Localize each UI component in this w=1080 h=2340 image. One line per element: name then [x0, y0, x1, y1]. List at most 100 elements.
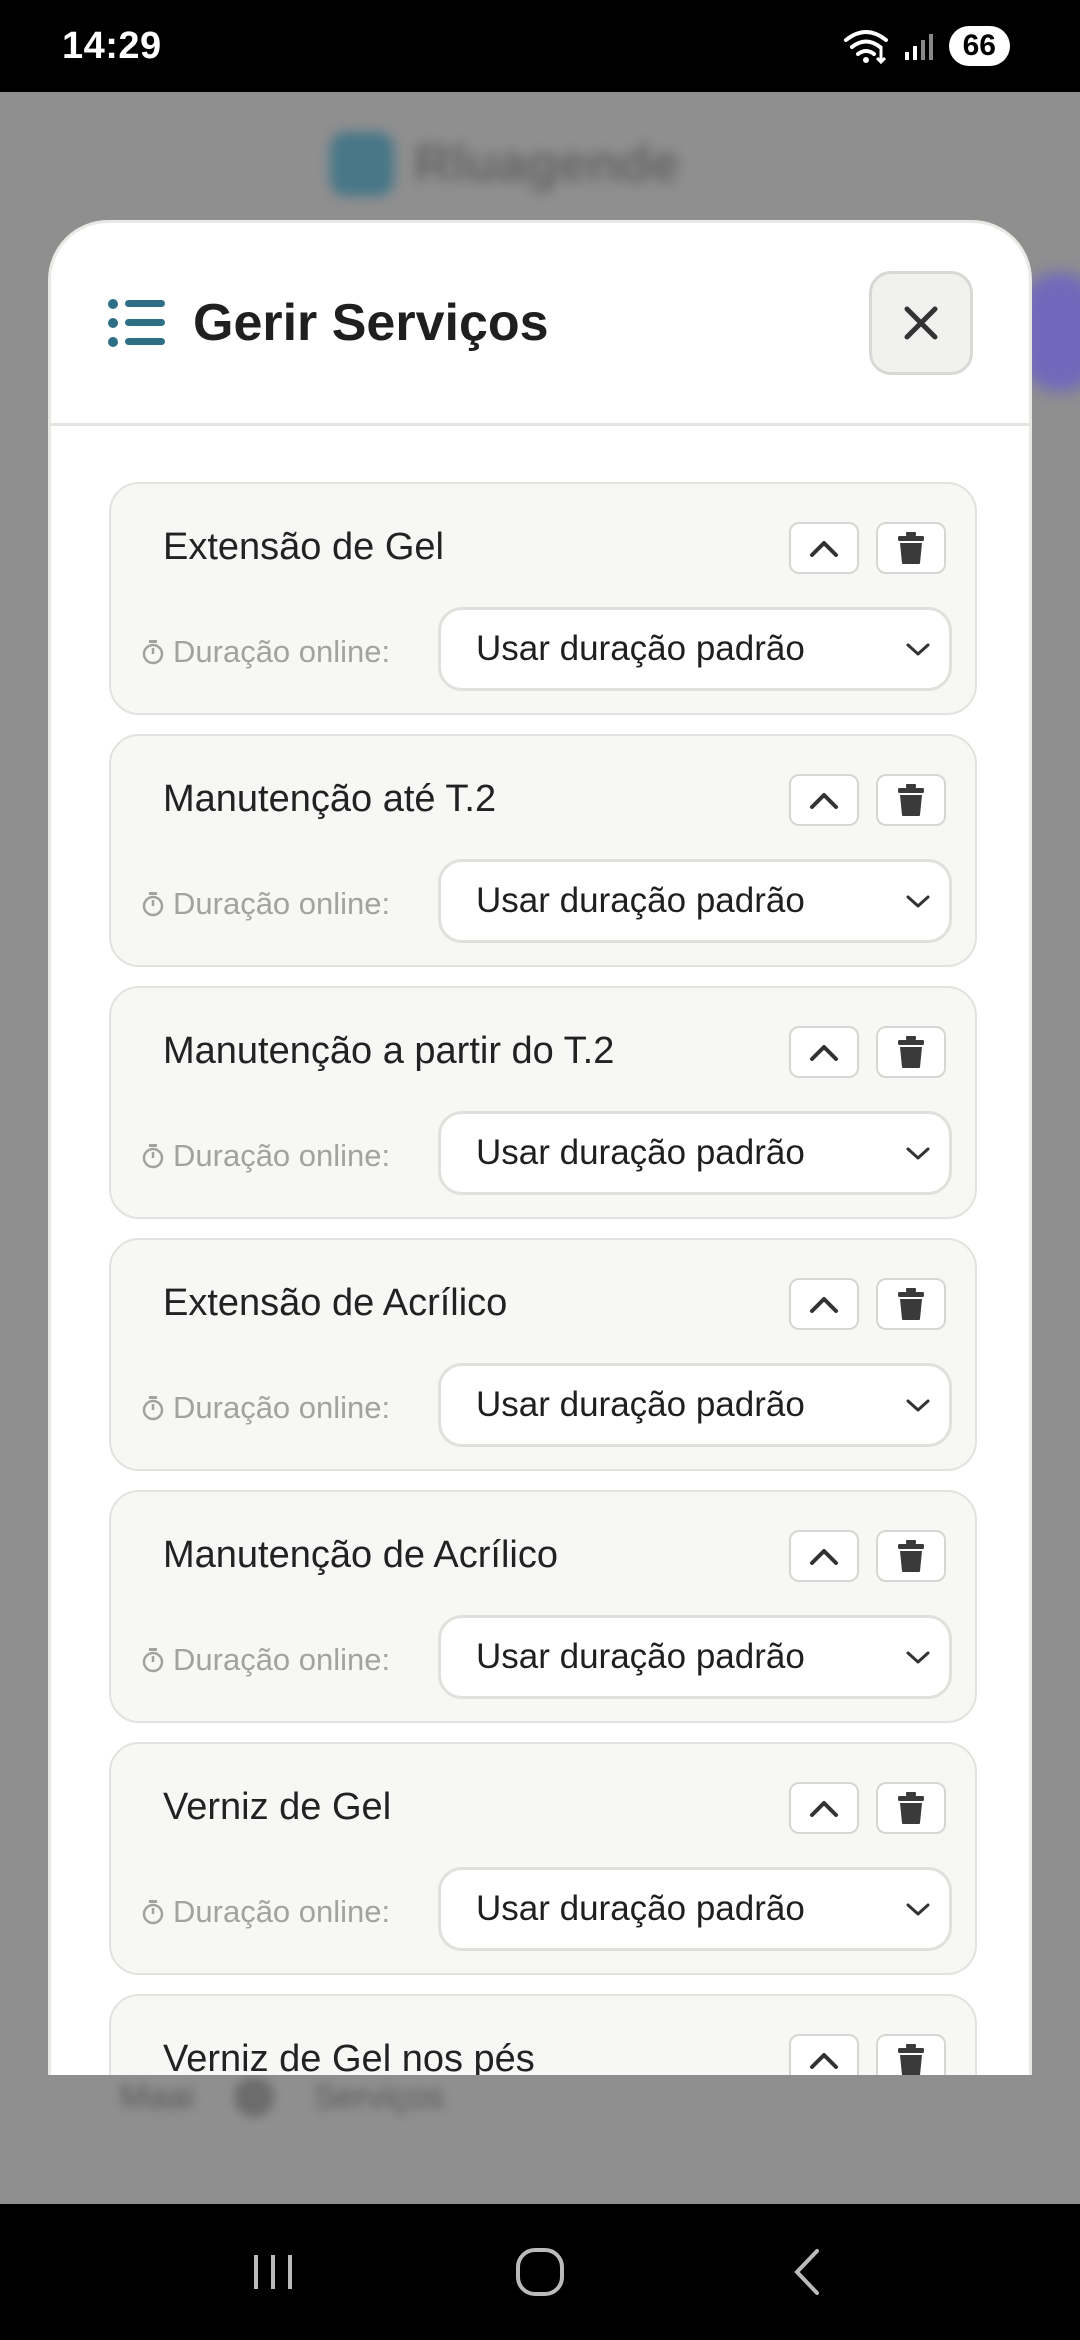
chevron-up-icon	[810, 541, 838, 557]
move-up-button[interactable]	[789, 1530, 859, 1582]
service-card: Extensão de Gel Duração online: Usar dur…	[109, 482, 977, 715]
background-footer-left: Maai	[120, 2077, 194, 2116]
duration-select[interactable]: Usar duração padrão	[438, 1867, 952, 1951]
service-name: Manutenção até T.2	[163, 778, 497, 820]
duration-select-value: Usar duração padrão	[476, 881, 805, 920]
signal-icon	[904, 34, 933, 60]
chevron-up-icon	[810, 1801, 838, 1817]
background-footer-icon	[233, 2077, 274, 2117]
service-name: Manutenção de Acrílico	[163, 1534, 559, 1576]
duration-select[interactable]: Usar duração padrão	[438, 859, 952, 943]
chevron-up-icon	[810, 1549, 838, 1565]
battery-indicator: 66	[948, 26, 1010, 66]
duration-label: Duração online:	[173, 1390, 391, 1425]
service-name: Extensão de Acrílico	[163, 1282, 508, 1324]
background-footer: Maai Serviços	[120, 2077, 444, 2117]
chevron-up-icon	[810, 1297, 838, 1313]
duration-label: Duração online:	[173, 1138, 391, 1173]
stopwatch-icon	[142, 640, 164, 665]
duration-select-value: Usar duração padrão	[476, 1133, 805, 1172]
service-name: Manutenção a partir do T.2	[163, 1030, 615, 1072]
status-bar: 14:29 66	[0, 0, 1080, 92]
delete-button[interactable]	[876, 774, 946, 826]
duration-label-group: Duração online:	[141, 1894, 390, 1930]
service-card: Extensão de Acrílico Duração online: Usa…	[109, 1238, 977, 1471]
chevron-down-icon	[906, 1147, 930, 1160]
stopwatch-icon	[142, 892, 164, 917]
trash-icon	[898, 1036, 924, 1068]
trash-icon	[898, 532, 924, 564]
close-icon	[904, 306, 938, 340]
duration-label-group: Duração online:	[141, 1138, 390, 1174]
chevron-up-icon	[810, 2053, 838, 2069]
service-card: Manutenção a partir do T.2 Duração onlin…	[109, 986, 977, 1219]
trash-icon	[898, 2044, 924, 2075]
status-time: 14:29	[62, 24, 162, 67]
duration-select[interactable]: Usar duração padrão	[438, 1111, 952, 1195]
app-logo-icon	[330, 132, 394, 196]
navigation-bar	[0, 2204, 1080, 2340]
duration-label: Duração online:	[173, 634, 391, 669]
back-icon	[793, 2249, 819, 2295]
modal-header-left: Gerir Serviços	[107, 293, 549, 353]
move-up-button[interactable]	[789, 2034, 859, 2075]
chevron-up-icon	[810, 793, 838, 809]
duration-label-group: Duração online:	[141, 1390, 390, 1426]
chevron-down-icon	[906, 1399, 930, 1412]
delete-button[interactable]	[876, 1782, 946, 1834]
delete-button[interactable]	[876, 2034, 946, 2075]
stopwatch-icon	[142, 1648, 164, 1673]
duration-select-value: Usar duração padrão	[476, 1637, 805, 1676]
move-up-button[interactable]	[789, 1026, 859, 1078]
duration-label-group: Duração online:	[141, 1642, 390, 1678]
duration-select[interactable]: Usar duração padrão	[438, 1363, 952, 1447]
trash-icon	[898, 784, 924, 816]
recent-apps-button[interactable]	[228, 2227, 318, 2317]
chevron-down-icon	[906, 1903, 930, 1916]
duration-label: Duração online:	[173, 886, 391, 921]
delete-button[interactable]	[876, 1530, 946, 1582]
duration-select-value: Usar duração padrão	[476, 629, 805, 668]
move-up-button[interactable]	[789, 1782, 859, 1834]
service-name: Verniz de Gel nos pés	[163, 2038, 535, 2075]
modal-header: Gerir Serviços	[51, 223, 1029, 426]
service-card: Verniz de Gel Duração online: Usar duraç…	[109, 1742, 977, 1975]
duration-select-value: Usar duração padrão	[476, 1889, 805, 1928]
back-button[interactable]	[762, 2227, 852, 2317]
trash-icon	[898, 1288, 924, 1320]
close-button[interactable]	[869, 271, 973, 375]
duration-select-value: Usar duração padrão	[476, 1385, 805, 1424]
duration-select[interactable]: Usar duração padrão	[438, 1615, 952, 1699]
duration-label: Duração online:	[173, 1894, 391, 1929]
move-up-button[interactable]	[789, 522, 859, 574]
recent-apps-icon	[254, 2255, 293, 2289]
modal-title: Gerir Serviços	[193, 294, 549, 352]
service-card: Manutenção de Acrílico Duração online: U…	[109, 1490, 977, 1723]
duration-label-group: Duração online:	[141, 634, 390, 670]
chevron-down-icon	[906, 643, 930, 656]
trash-icon	[898, 1540, 924, 1572]
service-name: Verniz de Gel	[163, 1786, 392, 1828]
delete-button[interactable]	[876, 522, 946, 574]
status-icons: 66	[843, 26, 1010, 66]
stopwatch-icon	[142, 1396, 164, 1421]
delete-button[interactable]	[876, 1026, 946, 1078]
home-icon	[515, 2248, 564, 2296]
home-button[interactable]	[495, 2227, 585, 2317]
move-up-button[interactable]	[789, 1278, 859, 1330]
stopwatch-icon	[142, 1144, 164, 1169]
trash-icon	[898, 1792, 924, 1824]
delete-button[interactable]	[876, 1278, 946, 1330]
service-card: Manutenção até T.2 Duração online: Usar …	[109, 734, 977, 967]
chevron-down-icon	[906, 895, 930, 908]
background-app-title: Rluagende	[414, 135, 680, 193]
wifi-icon	[843, 30, 888, 64]
duration-select[interactable]: Usar duração padrão	[438, 607, 952, 691]
service-name: Extensão de Gel	[163, 526, 444, 568]
duration-label-group: Duração online:	[141, 886, 390, 922]
duration-label: Duração online:	[173, 1642, 391, 1677]
chevron-up-icon	[810, 1045, 838, 1061]
service-list: Extensão de Gel Duração online: Usar dur…	[51, 426, 1029, 2075]
stopwatch-icon	[142, 1900, 164, 1925]
move-up-button[interactable]	[789, 774, 859, 826]
